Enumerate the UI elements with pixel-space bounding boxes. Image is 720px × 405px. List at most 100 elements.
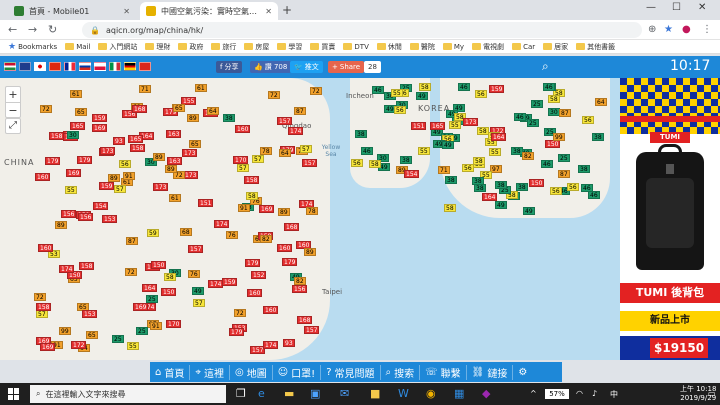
- aqi-station-marker[interactable]: 165: [70, 122, 86, 130]
- zoom-out-button[interactable]: −: [6, 102, 20, 117]
- close-tab-icon[interactable]: ✕: [265, 7, 272, 16]
- aqi-station-marker[interactable]: 163: [166, 130, 182, 138]
- aqi-station-marker[interactable]: 38: [592, 133, 604, 141]
- aqi-station-marker[interactable]: 59: [147, 229, 159, 237]
- aqi-station-marker[interactable]: 154: [404, 170, 420, 178]
- aqi-station-marker[interactable]: 159: [99, 182, 115, 190]
- aqi-station-marker[interactable]: 157: [302, 159, 318, 167]
- aqi-station-marker[interactable]: 160: [35, 173, 51, 181]
- flag-icon[interactable]: [19, 62, 31, 71]
- aqi-station-marker[interactable]: 56: [119, 160, 131, 168]
- site-nav-item[interactable]: ⌖ 這裡: [190, 364, 230, 380]
- aqi-station-marker[interactable]: 58: [419, 83, 431, 91]
- bookmark-item[interactable]: 房屋: [244, 42, 269, 52]
- aqi-station-marker[interactable]: 58: [473, 157, 485, 165]
- aqi-station-marker[interactable]: 65: [173, 104, 185, 112]
- ime-icon[interactable]: 中: [610, 389, 618, 400]
- store-icon[interactable]: ▣: [310, 387, 320, 400]
- aqi-station-marker[interactable]: 49: [495, 201, 507, 209]
- site-nav-item[interactable]: ⌂ 首頁: [150, 364, 191, 380]
- aqi-station-marker[interactable]: 157: [277, 117, 293, 125]
- aqi-station-marker[interactable]: 169: [259, 205, 275, 213]
- bookmark-item[interactable]: My: [442, 43, 464, 51]
- aqi-station-marker[interactable]: 56: [567, 183, 579, 191]
- aqi-station-marker[interactable]: 156: [78, 213, 94, 221]
- aqi-station-marker[interactable]: 25: [527, 119, 539, 127]
- aqi-station-marker[interactable]: 56: [550, 187, 562, 195]
- bookmark-item[interactable]: 學習: [277, 42, 302, 52]
- aqi-station-marker[interactable]: 164: [491, 133, 507, 141]
- aqi-station-marker[interactable]: 173: [463, 118, 479, 126]
- app-icon[interactable]: ■: [370, 387, 380, 400]
- bookmark-item[interactable]: Mail: [65, 43, 90, 51]
- menu-icon[interactable]: ⋮: [702, 24, 712, 35]
- wifi-icon[interactable]: ◠: [576, 389, 583, 398]
- battery-indicator[interactable]: 57%: [545, 389, 569, 399]
- aqi-station-marker[interactable]: 57: [193, 299, 205, 307]
- aqi-station-marker[interactable]: 169: [92, 124, 108, 132]
- aqi-station-marker[interactable]: 168: [284, 223, 300, 231]
- aqi-station-marker[interactable]: 174: [263, 341, 279, 349]
- aqi-station-marker[interactable]: 165: [128, 135, 144, 143]
- aqi-station-marker[interactable]: 160: [277, 244, 293, 252]
- aqi-station-marker[interactable]: 150: [161, 288, 177, 296]
- advertisement[interactable]: TUMI TUMI 後背包 新品上市 $19150: [620, 78, 720, 360]
- aqi-station-marker[interactable]: 160: [247, 289, 263, 297]
- aqi-station-marker[interactable]: 38: [578, 165, 590, 173]
- flag-icon[interactable]: [64, 62, 76, 71]
- aqi-station-marker[interactable]: 174: [214, 220, 230, 228]
- aqi-station-marker[interactable]: 169: [133, 303, 149, 311]
- bookmark-item[interactable]: 旅行: [211, 42, 236, 52]
- aqi-station-marker[interactable]: 72: [234, 309, 246, 317]
- aqi-station-marker[interactable]: 49: [192, 287, 204, 295]
- taskbar-search[interactable]: ⌕ 在這裡輸入文字來搜尋: [30, 385, 226, 403]
- aqi-station-marker[interactable]: 89: [187, 114, 199, 122]
- aqi-station-marker[interactable]: 58: [477, 127, 489, 135]
- flag-icon[interactable]: [94, 62, 106, 71]
- aqi-station-marker[interactable]: 168: [297, 316, 313, 324]
- aqi-station-marker[interactable]: 61: [195, 84, 207, 92]
- aqi-station-marker[interactable]: 58: [444, 204, 456, 212]
- aqi-station-marker[interactable]: 159: [222, 278, 238, 286]
- aqi-station-marker[interactable]: 91: [123, 172, 135, 180]
- task-view-icon[interactable]: ❐: [236, 387, 246, 400]
- aqi-station-marker[interactable]: 56: [351, 159, 363, 167]
- search-icon[interactable]: ⌕: [542, 59, 549, 74]
- aqi-station-marker[interactable]: 154: [93, 202, 109, 210]
- forward-icon[interactable]: →: [28, 23, 37, 36]
- windows-start-icon[interactable]: [8, 388, 20, 400]
- aqi-station-marker[interactable]: 76: [188, 270, 200, 278]
- aqi-station-marker[interactable]: 89: [108, 174, 120, 182]
- aqi-station-marker[interactable]: 46: [543, 83, 555, 91]
- aqi-station-marker[interactable]: 156: [292, 285, 308, 293]
- aqi-station-marker[interactable]: 65: [189, 140, 201, 148]
- aqi-station-marker[interactable]: 58: [164, 273, 176, 281]
- aqi-station-marker[interactable]: 55: [489, 148, 501, 156]
- edge-icon[interactable]: e: [258, 387, 265, 400]
- tray-chevron-icon[interactable]: ^: [530, 389, 537, 398]
- aqi-station-marker[interactable]: 55: [127, 342, 139, 350]
- aqi-station-marker[interactable]: 99: [59, 327, 71, 335]
- facebook-share-button[interactable]: f 分享: [216, 61, 243, 73]
- aqi-station-marker[interactable]: 49: [523, 207, 535, 215]
- aqi-station-marker[interactable]: 38: [400, 156, 412, 164]
- aqi-station-marker[interactable]: 158: [79, 262, 95, 270]
- site-nav-item[interactable]: ☏ 聯繫: [420, 364, 467, 380]
- aqi-station-marker[interactable]: 87: [126, 237, 138, 245]
- aqi-station-marker[interactable]: 61: [169, 194, 181, 202]
- bookmark-item[interactable]: 理財: [145, 42, 170, 52]
- aqi-station-marker[interactable]: 158: [244, 176, 260, 184]
- aqi-station-marker[interactable]: 38: [355, 130, 367, 138]
- aqi-station-marker[interactable]: 97: [490, 165, 502, 173]
- aqi-station-marker[interactable]: 64: [207, 107, 219, 115]
- aqi-station-marker[interactable]: 168: [132, 105, 148, 113]
- aqi-station-marker[interactable]: 152: [251, 271, 267, 279]
- bookmark-item[interactable]: 居家: [543, 42, 568, 52]
- site-nav-item[interactable]: ◎ 地圖: [230, 364, 273, 380]
- aqi-station-marker[interactable]: 153: [102, 215, 118, 223]
- aqi-station-marker[interactable]: 163: [167, 157, 183, 165]
- aqi-station-marker[interactable]: 38: [511, 147, 523, 155]
- bookmark-item[interactable]: 入門網站: [98, 42, 137, 52]
- aqi-station-marker[interactable]: 165: [430, 122, 446, 130]
- aqi-station-marker[interactable]: 57: [252, 155, 264, 163]
